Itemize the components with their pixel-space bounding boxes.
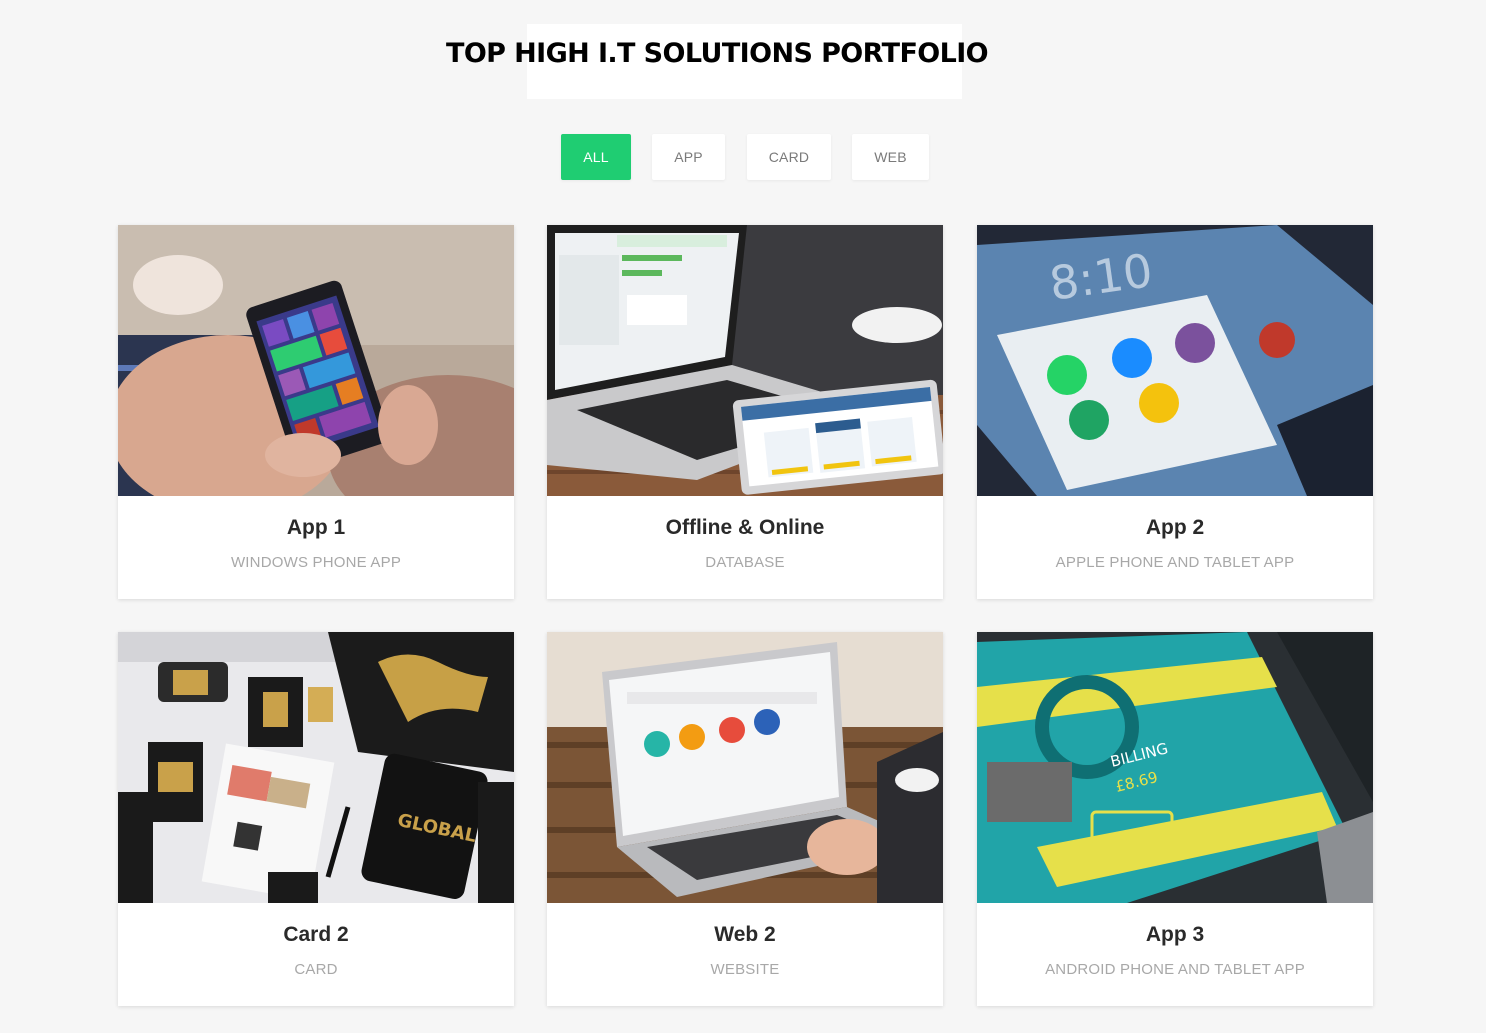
filter-all-button[interactable]: ALL <box>561 134 631 180</box>
card-category: CARD <box>294 961 338 978</box>
filter-card-button[interactable]: CARD <box>747 134 831 180</box>
laptop-website-photo <box>547 632 943 903</box>
card-category: DATABASE <box>705 554 785 571</box>
card-title: Offline & Online <box>665 516 825 539</box>
android-phone-photo: BILLING £8.69 <box>977 632 1373 903</box>
card-title: App 1 <box>286 516 346 539</box>
card-category: WINDOWS PHONE APP <box>230 554 402 571</box>
portfolio-page: TOP HIGH I.T SOLUTIONS PORTFOLIO ALL APP… <box>0 0 1486 1033</box>
tablet-apps-photo: 8:10 <box>977 225 1373 496</box>
card-title: App 2 <box>1145 516 1205 539</box>
gold-cards-photo: GLOBAL <box>118 632 514 903</box>
card-category: ANDROID PHONE AND TABLET APP <box>1045 961 1305 978</box>
card-title: Web 2 <box>714 923 776 946</box>
portfolio-card-app-1[interactable]: App 1 WINDOWS PHONE APP <box>118 225 514 599</box>
page-title: TOP HIGH I.T SOLUTIONS PORTFOLIO <box>446 38 989 69</box>
card-title: Card 2 <box>283 923 349 946</box>
title-banner: TOP HIGH I.T SOLUTIONS PORTFOLIO <box>446 24 989 99</box>
laptop-tablet-database-photo <box>547 225 943 496</box>
portfolio-card-app-3[interactable]: BILLING £8.69 App 3 ANDROID PHONE AND TA… <box>977 632 1373 1006</box>
card-category: WEBSITE <box>710 961 780 978</box>
portfolio-card-app-2[interactable]: 8:10 App 2 APPLE PHONE AND TABLET APP <box>977 225 1373 599</box>
filter-web-button[interactable]: WEB <box>852 134 929 180</box>
portfolio-card-card-2[interactable]: GLOBAL Card 2 CARD <box>118 632 514 1006</box>
windows-phone-photo <box>118 225 514 496</box>
card-category: APPLE PHONE AND TABLET APP <box>1055 554 1295 571</box>
filter-app-button[interactable]: APP <box>652 134 725 180</box>
filter-bar: ALL APP CARD WEB <box>0 134 1486 180</box>
card-title: App 3 <box>1145 923 1205 946</box>
portfolio-card-web-2[interactable]: Web 2 WEBSITE <box>547 632 943 1006</box>
portfolio-card-offline-online[interactable]: Offline & Online DATABASE <box>547 225 943 599</box>
